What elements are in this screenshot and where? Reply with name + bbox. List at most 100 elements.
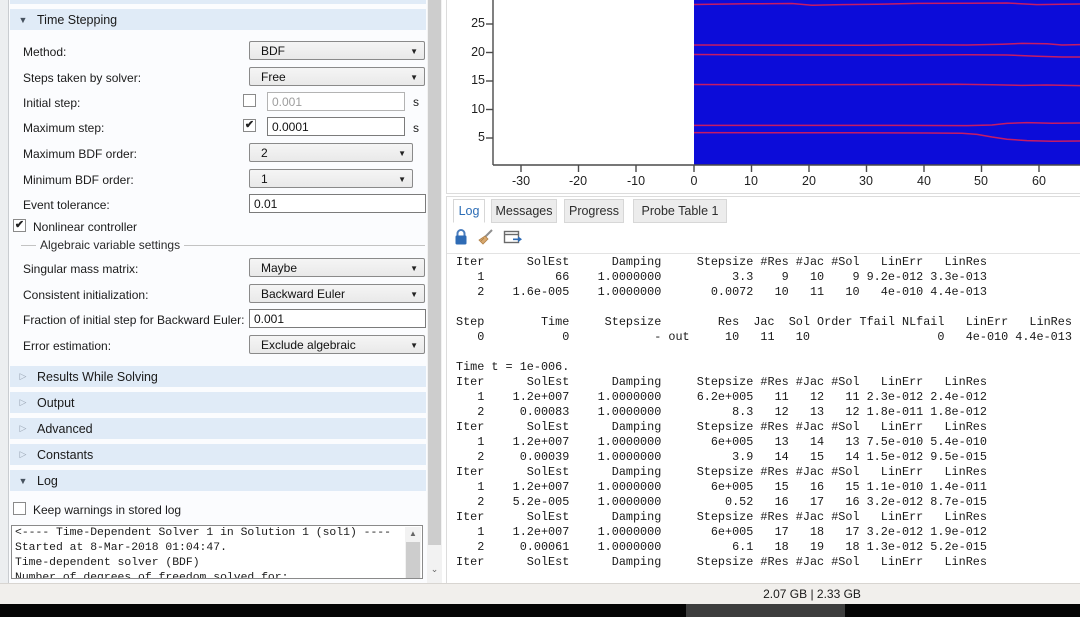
- singular-mass-dropdown[interactable]: Maybe ▼: [249, 258, 425, 277]
- section-header-time-stepping[interactable]: ▼ Time Stepping: [10, 9, 426, 30]
- chevron-down-icon: ▼: [398, 175, 406, 184]
- max-step-field[interactable]: [267, 117, 405, 136]
- log-line: 1 66 1.0000000 3.3 9 10 9 9.2e-012 3.3e-…: [456, 270, 1076, 285]
- taskbar-window-button[interactable]: [686, 604, 845, 617]
- x-tick-label: 10: [734, 174, 768, 188]
- fraction-label: Fraction of initial step for Backward Eu…: [23, 313, 244, 327]
- expand-triangle-icon: ▷: [10, 397, 36, 408]
- min-bdf-dropdown[interactable]: 1 ▼: [249, 169, 413, 188]
- tab-probe-table[interactable]: Probe Table 1: [633, 199, 727, 223]
- lock-icon[interactable]: [453, 228, 473, 248]
- log-line: Iter SolEst Damping Stepsize #Res #Jac #…: [456, 510, 1076, 525]
- tab-label: Messages: [496, 204, 553, 218]
- consistent-init-label: Consistent initialization:: [23, 288, 148, 302]
- section-header-advanced[interactable]: ▷ Advanced: [10, 418, 426, 439]
- max-bdf-dropdown[interactable]: 2 ▼: [249, 143, 413, 162]
- section-title: Log: [36, 474, 58, 488]
- expand-triangle-icon: ▷: [10, 423, 36, 434]
- section-header-results-while-solving[interactable]: ▷ Results While Solving: [10, 366, 426, 387]
- tab-label: Progress: [569, 204, 619, 218]
- settings-panel-scrollbar[interactable]: ⌄: [427, 0, 442, 583]
- x-tick-label: 50: [964, 174, 998, 188]
- fraction-field[interactable]: [249, 309, 426, 328]
- event-tolerance-label: Event tolerance:: [23, 198, 110, 212]
- tab-label: Log: [459, 204, 480, 218]
- scrollbar-thumb[interactable]: [428, 0, 441, 545]
- max-step-unit: s: [413, 121, 419, 135]
- expand-triangle-icon: ▷: [10, 371, 36, 382]
- error-estimation-value: Exclude algebraic: [261, 338, 356, 352]
- section-title: Advanced: [36, 422, 93, 436]
- stored-log-line: Started at 8-Mar-2018 01:04:47.: [15, 541, 423, 556]
- float-window-icon[interactable]: [503, 228, 523, 248]
- keep-warnings-checkbox[interactable]: [13, 502, 26, 515]
- collapse-triangle-icon: ▼: [10, 476, 36, 486]
- event-tolerance-field[interactable]: [249, 194, 426, 213]
- stored-log-textbox[interactable]: <---- Time-Dependent Solver 1 in Solutio…: [11, 525, 423, 579]
- error-estimation-dropdown[interactable]: Exclude algebraic ▼: [249, 335, 425, 354]
- x-tick-label: 60: [1022, 174, 1056, 188]
- x-tick-label: -30: [504, 174, 538, 188]
- log-toolbar: [447, 225, 1080, 251]
- x-tick-label: 0: [677, 174, 711, 188]
- expand-triangle-icon: ▷: [10, 449, 36, 460]
- log-line: 1 1.2e+007 1.0000000 6e+005 13 14 13 7.5…: [456, 435, 1076, 450]
- graphics-plot-window[interactable]: 25 20 15 10 5 -30 -20 -10 0 10 20 30 40 …: [446, 0, 1080, 194]
- log-line: 1 1.2e+007 1.0000000 6e+005 15 16 15 1.1…: [456, 480, 1076, 495]
- stored-log-line: Number of degrees of freedom solved for:: [15, 571, 423, 579]
- chevron-down-icon: ▼: [410, 290, 418, 299]
- stored-log-line: Time-dependent solver (BDF): [15, 556, 423, 571]
- log-tabbar: Log Messages Progress Probe Table 1: [447, 199, 1080, 225]
- solver-log-text[interactable]: Iter SolEst Damping Stepsize #Res #Jac #…: [456, 255, 1076, 580]
- section-title: Output: [36, 396, 75, 410]
- singular-mass-label: Singular mass matrix:: [23, 262, 138, 276]
- surface-plot-canvas[interactable]: [447, 0, 1080, 194]
- section-header-constants[interactable]: ▷ Constants: [10, 444, 426, 465]
- status-bar: 2.07 GB | 2.33 GB: [0, 583, 1080, 604]
- x-tick-label: -20: [561, 174, 595, 188]
- tab-progress[interactable]: Progress: [564, 199, 624, 223]
- max-step-label: Maximum step:: [23, 121, 104, 135]
- scrollbar-thumb[interactable]: [406, 542, 420, 579]
- keep-warnings-label: Keep warnings in stored log: [33, 503, 181, 517]
- comsol-window: ▼ Time Stepping Method: BDF ▼ Steps take…: [0, 0, 1080, 617]
- consistent-init-dropdown[interactable]: Backward Euler ▼: [249, 284, 425, 303]
- min-bdf-label: Minimum BDF order:: [23, 173, 134, 187]
- max-bdf-value: 2: [261, 146, 268, 160]
- x-tick-label: 20: [792, 174, 826, 188]
- y-tick-label: 25: [459, 16, 485, 30]
- steps-dropdown[interactable]: Free ▼: [249, 67, 425, 86]
- clipped-section-header[interactable]: [10, 0, 426, 4]
- tab-log[interactable]: Log: [453, 199, 485, 223]
- y-tick-label: 5: [459, 130, 485, 144]
- broom-icon[interactable]: [477, 228, 497, 248]
- initial-step-unit: s: [413, 95, 419, 109]
- section-title: Constants: [36, 448, 93, 462]
- log-line: Time t = 1e-006.: [456, 360, 1076, 375]
- scroll-up-icon[interactable]: ▲: [405, 527, 421, 541]
- algebraic-group-divider: Algebraic variable settings: [21, 238, 425, 252]
- panel-edge-strip: [0, 0, 9, 583]
- stored-log-scrollbar[interactable]: ▲: [405, 527, 421, 579]
- log-line: Iter SolEst Damping Stepsize #Res #Jac #…: [456, 465, 1076, 480]
- max-step-checkbox[interactable]: [243, 119, 256, 132]
- initial-step-field[interactable]: [267, 92, 405, 111]
- initial-step-checkbox[interactable]: [243, 94, 256, 107]
- section-header-output[interactable]: ▷ Output: [10, 392, 426, 413]
- stored-log-line: <---- Time-Dependent Solver 1 in Solutio…: [15, 526, 423, 541]
- scroll-down-icon[interactable]: ⌄: [427, 561, 442, 577]
- log-line: 1 1.2e+007 1.0000000 6e+005 17 18 17 3.2…: [456, 525, 1076, 540]
- chevron-down-icon: ▼: [410, 341, 418, 350]
- min-bdf-value: 1: [261, 172, 268, 186]
- steps-label: Steps taken by solver:: [23, 71, 141, 85]
- error-estimation-label: Error estimation:: [23, 339, 111, 353]
- chevron-down-icon: ▼: [398, 149, 406, 158]
- y-tick-label: 10: [459, 102, 485, 116]
- chevron-down-icon: ▼: [410, 73, 418, 82]
- toolbar-divider: [447, 253, 1080, 254]
- tab-messages[interactable]: Messages: [491, 199, 557, 223]
- log-line: Iter SolEst Damping Stepsize #Res #Jac #…: [456, 375, 1076, 390]
- nonlinear-controller-checkbox[interactable]: [13, 219, 26, 232]
- section-header-log[interactable]: ▼ Log: [10, 470, 426, 491]
- method-dropdown[interactable]: BDF ▼: [249, 41, 425, 60]
